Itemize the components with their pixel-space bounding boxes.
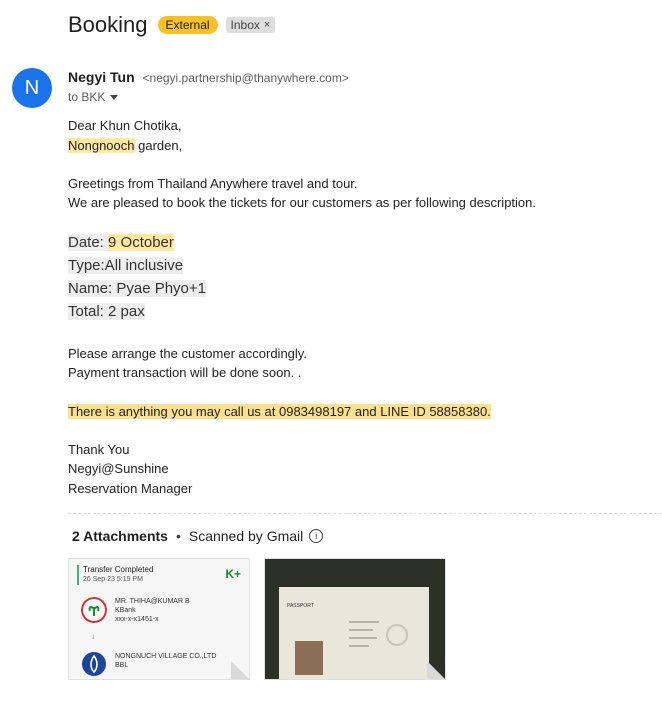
separator-dot: •	[175, 528, 181, 544]
label-inbox[interactable]: Inbox ×	[225, 17, 276, 33]
date-label: Date:	[68, 234, 109, 251]
attachments-header: 2 Attachments • Scanned by Gmail i	[72, 528, 324, 544]
thanks-text: Thank You	[68, 442, 130, 457]
passport-image: PASSPORT	[279, 587, 429, 679]
attachments-count: 2 Attachments	[72, 528, 168, 544]
passport-label: PASSPORT	[287, 603, 314, 609]
greeting-text: Greetings from Thailand Anywhere travel …	[68, 176, 358, 191]
from-account: xxx-x-x1451-x	[115, 616, 159, 623]
booking-type: Type:All inclusive	[68, 254, 184, 277]
remove-label-icon[interactable]: ×	[264, 19, 270, 31]
booking-date: Date: 9 October	[68, 231, 174, 254]
attachment-transfer-receipt[interactable]: Transfer Completed 26 Sep 23 5:19 PM K+ …	[68, 558, 250, 680]
name-text: Name: Pyae Phyo+1	[68, 280, 206, 297]
passport-lines	[349, 621, 408, 647]
date-value: 9 October	[108, 234, 174, 251]
recipient-rest: garden,	[134, 138, 183, 153]
role-text: Reservation Manager	[68, 481, 193, 496]
type-text: Type:All inclusive	[68, 257, 184, 274]
arrow-down-icon: ↓	[91, 631, 96, 641]
to-name: NONGNUCH VILLAGE CO.,LTD	[115, 653, 217, 660]
subject-row: Booking External Inbox ×	[68, 12, 276, 38]
scanned-text: Scanned by Gmail	[188, 528, 304, 544]
recipient-toggle[interactable]: to BKK	[68, 90, 119, 104]
chevron-down-icon[interactable]	[110, 94, 119, 100]
recipient-line: Nongnooch garden,	[68, 136, 182, 156]
booking-name: Name: Pyae Phyo+1	[68, 277, 206, 300]
transfer-header: Transfer Completed 26 Sep 23 5:19 PM	[77, 565, 153, 585]
bbl-icon	[82, 652, 106, 676]
contact-line: There is anything you may call us at 098…	[68, 402, 491, 422]
transfer-date: 26 Sep 23 5:19 PM	[83, 576, 143, 583]
total-text: Total: 2 pax	[68, 303, 145, 320]
label-external[interactable]: External	[157, 16, 218, 34]
arrange-text: Please arrange the customer accordingly.	[68, 346, 307, 361]
payment-text: Payment transaction will be done soon. .	[68, 365, 302, 380]
contact-text: There is anything you may call us at 098…	[68, 404, 491, 419]
sender-header: Negyi Tun <negyi.partnership@thanywhere.…	[68, 69, 349, 85]
transfer-title: Transfer Completed	[83, 565, 154, 574]
avatar[interactable]: N	[12, 68, 52, 108]
recipient-text: to BKK	[68, 90, 106, 104]
signature-text: Negyi@Sunshine	[68, 461, 169, 476]
to-bank: BBL	[115, 662, 129, 669]
passport-photo	[295, 641, 323, 675]
attachments-divider	[68, 513, 662, 514]
transfer-from: MR. THIHA@KUMAR B KBank xxx-x-x1451-x	[115, 597, 190, 624]
info-icon[interactable]: i	[309, 529, 324, 543]
booking-total: Total: 2 pax	[68, 300, 145, 323]
from-bank: KBank	[115, 607, 136, 614]
email-subject: Booking	[68, 12, 148, 37]
corner-fold	[427, 661, 445, 679]
label-inbox-text: Inbox	[230, 18, 260, 32]
transfer-to: NONGNUCH VILLAGE CO.,LTD BBL	[115, 652, 216, 670]
sender-name[interactable]: Negyi Tun	[68, 69, 135, 85]
intro-text: We are pleased to book the tickets for o…	[68, 195, 536, 210]
attachment-passport-image[interactable]: PASSPORT	[264, 558, 446, 680]
corner-fold	[231, 661, 249, 679]
sender-email: <negyi.partnership@thanywhere.com>	[142, 71, 349, 85]
recipient-highlight: Nongnooch	[68, 138, 135, 153]
greeting-line: Dear Khun Chotika,	[68, 118, 182, 133]
from-name: MR. THIHA@KUMAR B	[115, 598, 190, 605]
kplus-logo: K+	[225, 567, 241, 581]
kbank-icon	[81, 597, 107, 623]
